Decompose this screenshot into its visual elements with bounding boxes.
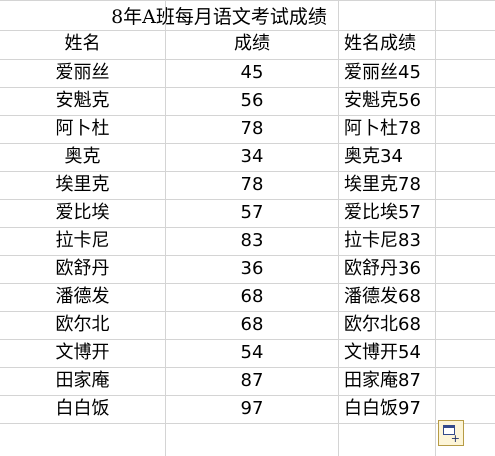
spreadsheet: 8年A班每月语文考试成绩 姓名 成绩 姓名成绩 爱丽丝 45 爱丽丝45 安魁克… bbox=[0, 0, 495, 456]
combined-cell[interactable]: 爱丽丝45 bbox=[339, 59, 440, 87]
table-row: 安魁克 56 安魁克56 bbox=[0, 87, 495, 115]
combined-cell[interactable]: 欧尔北68 bbox=[339, 311, 440, 339]
table-row: 拉卡尼 83 拉卡尼83 bbox=[0, 227, 495, 255]
table-row: 潘德发 68 潘德发68 bbox=[0, 283, 495, 311]
score-cell[interactable]: 57 bbox=[166, 199, 338, 227]
combined-cell[interactable]: 田家庵87 bbox=[339, 367, 440, 395]
name-cell[interactable]: 爱丽丝 bbox=[0, 59, 165, 87]
score-cell[interactable]: 34 bbox=[166, 143, 338, 171]
table-row: 阿卜杜 78 阿卜杜78 bbox=[0, 115, 495, 143]
score-cell[interactable]: 45 bbox=[166, 59, 338, 87]
combined-cell[interactable]: 安魁克56 bbox=[339, 87, 440, 115]
header-combined-cell[interactable]: 姓名成绩 bbox=[339, 30, 440, 58]
name-cell[interactable]: 文博开 bbox=[0, 339, 165, 367]
table-row: 爱比埃 57 爱比埃57 bbox=[0, 199, 495, 227]
name-cell[interactable]: 欧尔北 bbox=[0, 311, 165, 339]
score-cell[interactable]: 56 bbox=[166, 87, 338, 115]
table-row: 田家庵 87 田家庵87 bbox=[0, 367, 495, 395]
table-row: 欧舒丹 36 欧舒丹36 bbox=[0, 255, 495, 283]
table-row: 欧尔北 68 欧尔北68 bbox=[0, 311, 495, 339]
score-cell[interactable]: 78 bbox=[166, 171, 338, 199]
name-cell[interactable]: 安魁克 bbox=[0, 87, 165, 115]
combined-cell[interactable]: 欧舒丹36 bbox=[339, 255, 440, 283]
score-cell[interactable]: 97 bbox=[166, 395, 338, 423]
combined-cell[interactable]: 白白饭97 bbox=[339, 395, 440, 423]
combined-cell[interactable]: 潘德发68 bbox=[339, 283, 440, 311]
combined-cell[interactable]: 爱比埃57 bbox=[339, 199, 440, 227]
score-cell[interactable]: 68 bbox=[166, 311, 338, 339]
name-cell[interactable]: 奥克 bbox=[0, 143, 165, 171]
score-cell[interactable]: 87 bbox=[166, 367, 338, 395]
header-name-cell[interactable]: 姓名 bbox=[0, 30, 165, 58]
name-cell[interactable]: 爱比埃 bbox=[0, 199, 165, 227]
header-row: 姓名 成绩 姓名成绩 bbox=[0, 30, 495, 58]
table-row: 奥克 34 奥克34 bbox=[0, 143, 495, 171]
name-cell[interactable]: 埃里克 bbox=[0, 171, 165, 199]
combined-cell[interactable]: 阿卜杜78 bbox=[339, 115, 440, 143]
name-cell[interactable]: 潘德发 bbox=[0, 283, 165, 311]
table-row: 文博开 54 文博开54 bbox=[0, 339, 495, 367]
header-score-cell[interactable]: 成绩 bbox=[166, 30, 338, 58]
score-cell[interactable]: 78 bbox=[166, 115, 338, 143]
name-cell[interactable]: 欧舒丹 bbox=[0, 255, 165, 283]
name-cell[interactable]: 白白饭 bbox=[0, 395, 165, 423]
sheet-title[interactable]: 8年A班每月语文考试成绩 bbox=[0, 4, 438, 30]
score-cell[interactable]: 54 bbox=[166, 339, 338, 367]
clipboard-clip-icon bbox=[443, 425, 455, 428]
table-row: 埃里克 78 埃里克78 bbox=[0, 171, 495, 199]
combined-cell[interactable]: 埃里克78 bbox=[339, 171, 440, 199]
combined-cell[interactable]: 奥克34 bbox=[339, 143, 440, 171]
empty-cell[interactable] bbox=[436, 30, 495, 58]
combined-cell[interactable]: 拉卡尼83 bbox=[339, 227, 440, 255]
plus-icon: + bbox=[450, 432, 460, 445]
table-row: 爱丽丝 45 爱丽丝45 bbox=[0, 59, 495, 87]
table-row: 白白饭 97 白白饭97 bbox=[0, 395, 495, 423]
score-cell[interactable]: 83 bbox=[166, 227, 338, 255]
combined-cell[interactable]: 文博开54 bbox=[339, 339, 440, 367]
paste-options-icon[interactable]: + bbox=[438, 420, 464, 446]
score-cell[interactable]: 36 bbox=[166, 255, 338, 283]
name-cell[interactable]: 田家庵 bbox=[0, 367, 165, 395]
score-cell[interactable]: 68 bbox=[166, 283, 338, 311]
name-cell[interactable]: 拉卡尼 bbox=[0, 227, 165, 255]
name-cell[interactable]: 阿卜杜 bbox=[0, 115, 165, 143]
